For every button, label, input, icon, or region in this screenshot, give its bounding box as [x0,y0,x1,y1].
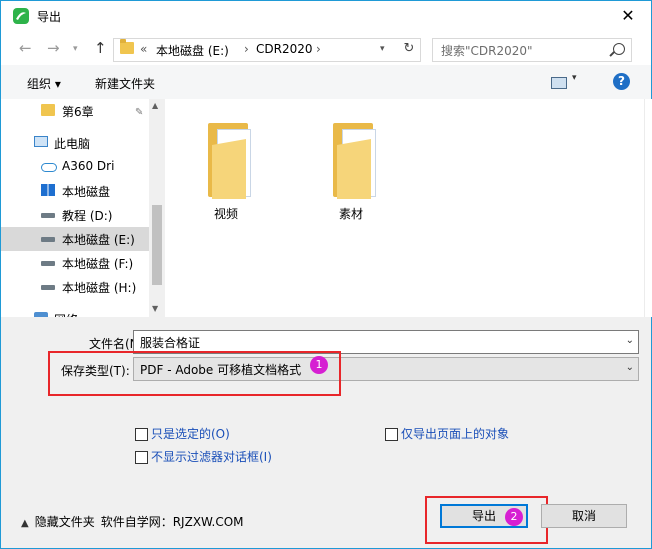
hide-folders-label: 隐藏文件夹 [34,515,95,529]
filename-value: 服装合格证 [140,336,201,350]
folder-label: 视频 [213,207,238,221]
network-icon [34,312,48,317]
sidebar-item-drive-f[interactable]: 本地磁盘 (F:) [1,251,149,275]
search-placeholder: 搜索"CDR2020" [441,44,533,58]
annotation-badge-2: 2 [505,508,523,526]
chevron-down-icon[interactable]: ⌄ [626,335,634,346]
new-folder-button[interactable]: 新建文件夹 [95,75,155,92]
scroll-up-icon[interactable]: ▲ [152,101,158,110]
folder-item-material[interactable]: 素材 [306,117,396,227]
selected-only-checkbox[interactable] [135,428,148,441]
navigation-bar: ← → ▾ ↑ « 本地磁盘 (E:) › CDR2020 › ▾ ↻ 搜索"C… [1,31,651,65]
computer-icon [34,136,48,147]
no-filter-dialog-label[interactable]: 不显示过滤器对话框(I) [151,448,272,465]
annotation-highlight-filetype [48,351,341,396]
search-input[interactable]: 搜索"CDR2020" [432,38,632,62]
sidebar-item-network[interactable]: 网络 [1,307,149,317]
coreldraw-app-icon [13,8,29,24]
chevron-right-icon: › [316,42,321,56]
drive-icon [41,285,55,290]
folder-front-graphic [212,139,246,199]
content-scrollbar[interactable] [644,99,652,317]
export-page-objects-checkbox[interactable] [385,428,398,441]
sidebar-item-label: A360 Dri [62,159,115,173]
drive-icon [41,213,55,218]
sidebar-item-label: 教程 (D:) [62,209,113,223]
sidebar-item-label: 本地磁盘 (E:) [62,233,135,247]
path-overflow-icon[interactable]: « [140,42,147,56]
sidebar-item-drive-h[interactable]: 本地磁盘 (H:) [1,275,149,299]
help-icon[interactable]: ? [613,73,630,90]
watermark-text: 软件自学网：RJZXW.COM [100,515,244,529]
scroll-down-icon[interactable]: ▼ [152,304,158,313]
export-dialog: 导出 ✕ ← → ▾ ↑ « 本地磁盘 (E:) › CDR2020 › ▾ ↻… [0,0,652,549]
address-bar[interactable]: « 本地磁盘 (E:) › CDR2020 › ▾ ↻ [113,38,421,62]
view-dropdown-icon[interactable]: ▾ [572,73,577,83]
chevron-down-icon[interactable]: ⌄ [626,362,634,373]
sidebar-item-label: 第6章 [62,105,94,119]
cloud-drive-icon [41,163,57,172]
address-dropdown-icon[interactable]: ▾ [380,44,385,54]
hide-folders-toggle[interactable]: ▲ 隐藏文件夹 软件自学网：RJZXW.COM [21,513,244,530]
folder-label: 素材 [338,207,363,221]
export-page-objects-label[interactable]: 仅导出页面上的对象 [401,425,509,442]
sidebar-item-label: 本地磁盘 [62,185,111,199]
drive-icon [41,261,55,266]
sidebar-item-a360[interactable]: A360 Dri [1,155,149,179]
windows-drive-icon [41,184,55,196]
window-title: 导出 [37,10,62,24]
chevron-right-icon: › [244,42,249,56]
sidebar-item-label: 此电脑 [54,137,91,151]
sidebar-item-label: 本地磁盘 (H:) [62,281,137,295]
forward-arrow-icon[interactable]: → [47,39,60,57]
organize-menu[interactable]: 组织 ▾ [27,75,61,92]
back-arrow-icon[interactable]: ← [19,39,32,57]
breadcrumb-cdr2020[interactable]: CDR2020 [256,42,313,56]
folder-item-video[interactable]: 视频 [181,117,271,227]
folder-icon [120,39,134,54]
sidebar-item-chapter6[interactable]: 第6章 ✎ [1,99,149,123]
scrollbar-thumb[interactable] [152,205,162,285]
sidebar-item-label: 本地磁盘 (F:) [62,257,134,271]
close-button[interactable]: ✕ [605,1,651,31]
annotation-badge-1: 1 [310,356,328,374]
view-options-icon[interactable] [551,77,567,89]
navigation-pane: 第6章 ✎ 此电脑 A360 Dri 本地磁盘 教程 (D:) 本地磁盘 (E:… [1,99,149,317]
sidebar-item-drive-d[interactable]: 教程 (D:) [1,203,149,227]
drive-icon [41,237,55,242]
toolbar: 组织 ▾ 新建文件夹 ▾ ? [1,65,651,100]
breadcrumb-drive-e[interactable]: 本地磁盘 (E:) [156,42,229,59]
refresh-icon[interactable]: ↻ [400,40,418,58]
navigation-scrollbar[interactable]: ▲ ▼ [149,99,165,317]
sidebar-item-label: 网络 [54,311,78,317]
recent-dropdown-icon[interactable]: ▾ [73,44,78,54]
sidebar-item-local-disk-c[interactable]: 本地磁盘 [1,179,149,203]
cancel-button[interactable]: 取消 [541,504,627,528]
search-icon [613,43,625,55]
pin-icon[interactable]: ✎ [135,107,143,118]
title-bar: 导出 ✕ [1,1,651,31]
sidebar-item-this-pc[interactable]: 此电脑 [1,131,149,155]
no-filter-dialog-checkbox[interactable] [135,451,148,464]
selected-only-label[interactable]: 只是选定的(O) [151,425,230,442]
folder-icon [41,104,55,116]
file-list: 视频 素材 [165,99,644,317]
folder-front-graphic [337,139,371,199]
up-arrow-icon[interactable]: ↑ [94,39,107,57]
chevron-up-icon: ▲ [21,518,29,529]
sidebar-item-drive-e[interactable]: 本地磁盘 (E:) [1,227,149,251]
